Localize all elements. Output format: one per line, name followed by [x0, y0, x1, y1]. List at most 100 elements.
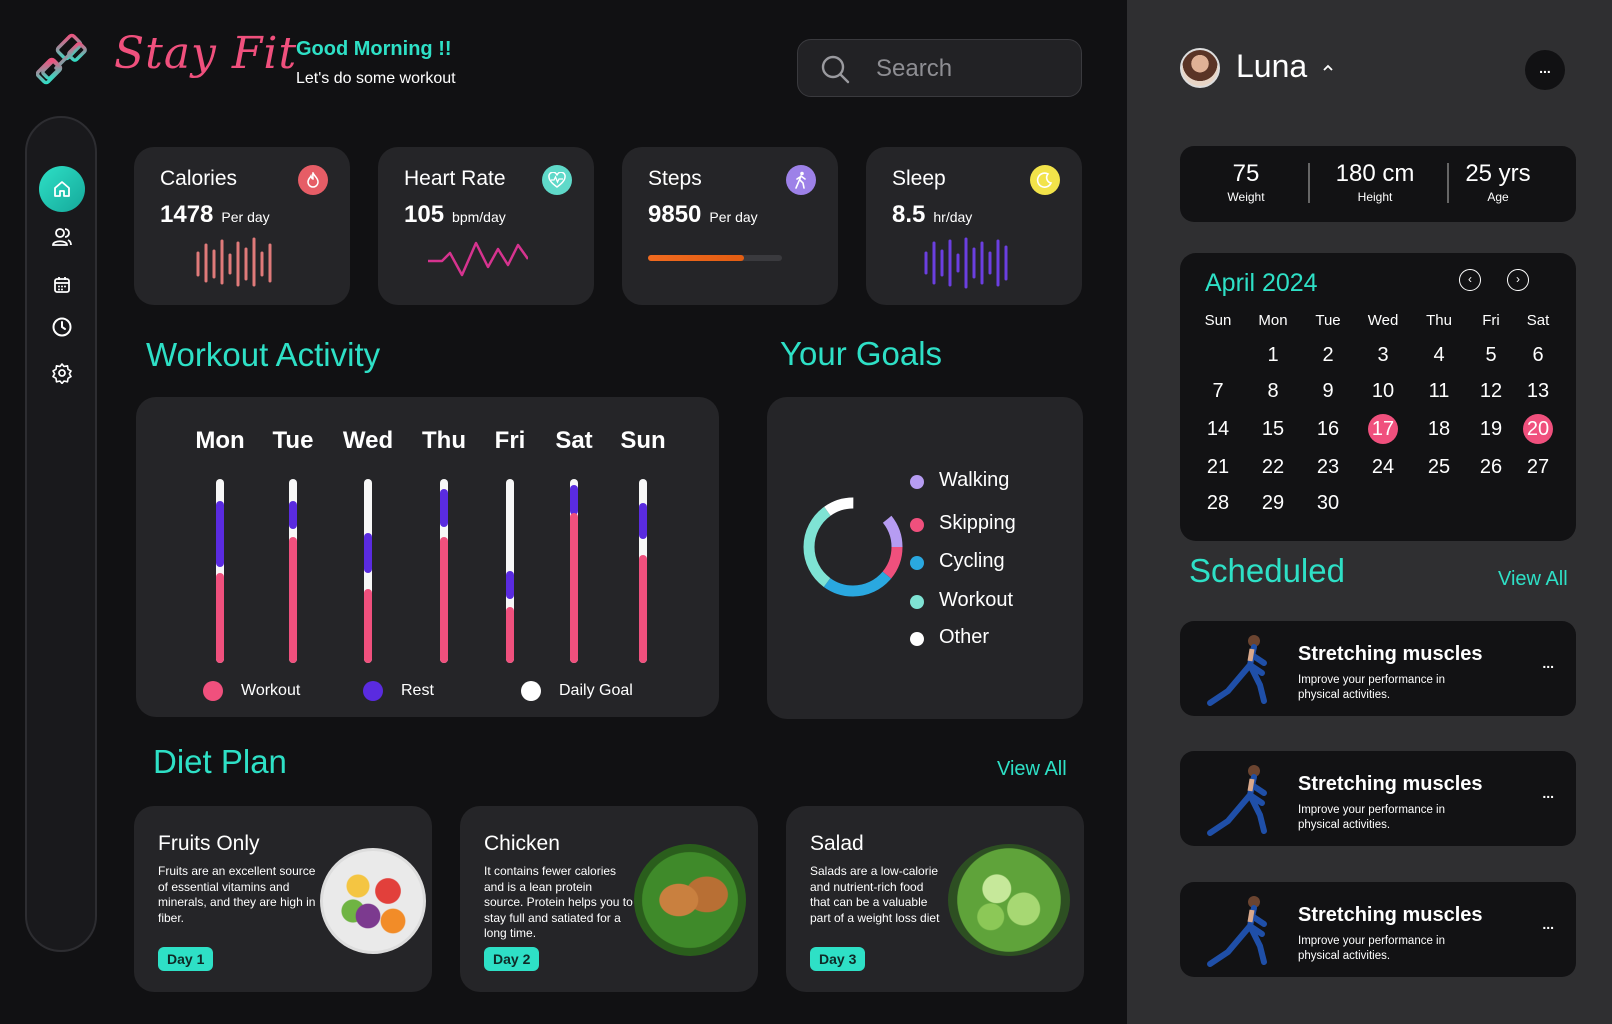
greeting: Good Morning !! [296, 38, 452, 60]
stretching-figure-image [1207, 765, 1267, 836]
stat-value: 8.5 hr/day [892, 201, 973, 228]
brand-name: Stay Fit [114, 28, 298, 79]
search-box [797, 39, 1082, 97]
stretching-figure-image [1207, 635, 1267, 706]
calendar-day[interactable]: 16 [1313, 414, 1343, 444]
calendar-day[interactable]: 23 [1313, 452, 1343, 482]
day-label: Mon [195, 427, 245, 454]
calendar-day[interactable]: 24 [1368, 452, 1398, 482]
calendar-day[interactable]: 13 [1523, 376, 1553, 406]
calendar-day[interactable]: 12 [1476, 376, 1506, 406]
stat-title: Steps [648, 167, 702, 190]
scheduled-item-desc: Improve your performance in physical act… [1298, 804, 1446, 831]
legend-label: Rest [401, 682, 434, 699]
sleep-sparkline [924, 237, 1008, 289]
calendar-day[interactable]: 10 [1368, 376, 1398, 406]
calendar-day[interactable]: 29 [1258, 488, 1288, 518]
calendar-day[interactable]: 15 [1258, 414, 1288, 444]
day-label: Wed [342, 427, 394, 454]
calendar-day[interactable]: 7 [1203, 376, 1233, 406]
flame-icon [298, 165, 328, 195]
sidebar [25, 116, 97, 952]
salad-image [948, 844, 1070, 956]
calendar-day[interactable]: 28 [1203, 488, 1233, 518]
chevron-up-icon[interactable] [1322, 64, 1334, 72]
sidebar-item-history[interactable] [39, 304, 85, 350]
search-input[interactable] [876, 52, 1066, 86]
scheduled-item[interactable]: Stretching muscles Improve your performa… [1180, 751, 1576, 846]
day-label: Thu [422, 427, 466, 454]
scheduled-item-desc: Improve your performance in physical act… [1298, 674, 1446, 701]
calories-card[interactable]: Calories 1478 Per day [134, 147, 350, 305]
stat-title: Heart Rate [404, 167, 506, 190]
calendar-day[interactable]: 4 [1424, 340, 1454, 370]
calendar-day[interactable]: 5 [1476, 340, 1506, 370]
goal-dot [910, 595, 924, 609]
diet-title: Salad [810, 832, 864, 855]
calendar-day[interactable]: 2 [1313, 340, 1343, 370]
weekday-header: Mon [1258, 312, 1288, 329]
stat-value: 1478 Per day [160, 201, 270, 228]
scheduled-item[interactable]: Stretching muscles Improve your performa… [1180, 882, 1576, 977]
diet-title: Diet Plan [153, 743, 287, 780]
day-bar [570, 479, 578, 663]
day-bar [639, 479, 647, 663]
goal-item: Walking [910, 469, 1009, 492]
calendar-next-button[interactable]: › [1507, 269, 1529, 291]
goals-donut-chart [803, 497, 903, 597]
calendar-day[interactable]: 14 [1203, 414, 1233, 444]
calendar-day[interactable]: 26 [1476, 452, 1506, 482]
divider [1447, 163, 1449, 203]
diet-card[interactable]: Fruits Only Fruits are an excellent sour… [134, 806, 432, 992]
calendar-day[interactable]: 1 [1258, 340, 1288, 370]
steps-card[interactable]: Steps 9850 Per day [622, 147, 838, 305]
search-icon [821, 55, 850, 84]
calendar-day[interactable]: 30 [1313, 488, 1343, 518]
calendar-icon [54, 277, 70, 293]
calendar-day[interactable]: 25 [1424, 452, 1454, 482]
diet-desc: It contains fewer calories and is a lean… [484, 864, 633, 940]
heart-rate-sparkline [428, 241, 528, 277]
calendar-day[interactable]: 9 [1313, 376, 1343, 406]
calendar-day[interactable]: 11 [1424, 376, 1454, 406]
more-options-button[interactable]: ... [1542, 916, 1554, 932]
workout-title: Workout Activity [146, 336, 381, 373]
avatar[interactable] [1180, 48, 1220, 88]
calendar-day[interactable]: 20 [1523, 414, 1553, 444]
sleep-card[interactable]: Sleep 8.5 hr/day [866, 147, 1082, 305]
user-name[interactable]: Luna [1236, 48, 1307, 85]
calendar-day[interactable]: 19 [1476, 414, 1506, 444]
heart-rate-card[interactable]: Heart Rate 105 bpm/day [378, 147, 594, 305]
goals-card: Walking Skipping Cycling Workout Other [767, 397, 1083, 719]
more-options-button[interactable]: ... [1525, 50, 1565, 90]
diet-view-all-link[interactable]: View All [997, 758, 1067, 781]
calendar-day[interactable]: 17 [1368, 414, 1398, 444]
calendar-day[interactable]: 18 [1424, 414, 1454, 444]
weekday-header: Tue [1315, 312, 1341, 329]
sidebar-item-users[interactable] [39, 214, 85, 260]
more-options-button[interactable]: ... [1542, 785, 1554, 801]
stat-value: 9850 Per day [648, 201, 758, 228]
calendar-month-title: April 2024 [1205, 269, 1318, 297]
weekday-header: Sat [1526, 312, 1550, 329]
calendar-day[interactable]: 27 [1523, 452, 1553, 482]
goal-dot [910, 632, 924, 646]
metric-age: 25 yrs Age [1465, 160, 1531, 204]
calendar-day[interactable]: 3 [1368, 340, 1398, 370]
stat-title: Sleep [892, 167, 946, 190]
more-options-button[interactable]: ... [1542, 655, 1554, 671]
calendar-day[interactable]: 21 [1203, 452, 1233, 482]
scheduled-item[interactable]: Stretching muscles Improve your performa… [1180, 621, 1576, 716]
calendar-day[interactable]: 22 [1258, 452, 1288, 482]
diet-card[interactable]: Chicken It contains fewer calories and i… [460, 806, 758, 992]
sidebar-item-settings[interactable] [39, 350, 85, 396]
weekday-header: Fri [1482, 312, 1500, 329]
diet-card[interactable]: Salad Salads are a low-calorie and nutri… [786, 806, 1084, 992]
scheduled-view-all-link[interactable]: View All [1498, 568, 1568, 591]
sidebar-item-calendar[interactable] [39, 262, 85, 308]
weekday-header: Thu [1426, 312, 1452, 329]
sidebar-item-home[interactable] [39, 166, 85, 212]
calendar-day[interactable]: 6 [1523, 340, 1553, 370]
calendar-day[interactable]: 8 [1258, 376, 1288, 406]
calendar-prev-button[interactable]: ‹ [1459, 269, 1481, 291]
